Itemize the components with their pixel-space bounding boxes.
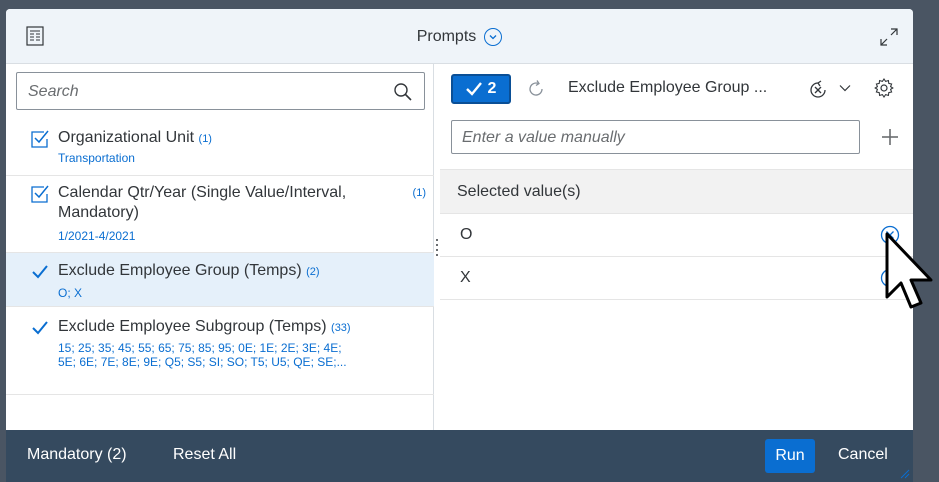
mouse-cursor-icon — [885, 232, 933, 309]
prompt-list-panel: Search Organizational Unit (1) Transport… — [6, 64, 434, 430]
title-chevron-down-icon[interactable] — [484, 27, 503, 46]
detail-toolbar: 2 Exclude Employee Group ... — [440, 64, 913, 116]
prompt-item-label: Exclude Employee Subgroup (Temps) (33) — [58, 318, 351, 335]
clear-values-icon[interactable] — [807, 79, 829, 101]
run-button[interactable]: Run — [765, 439, 815, 473]
dialog-title: Prompts — [416, 27, 477, 45]
resize-grip-icon[interactable] — [900, 469, 910, 479]
check-icon — [32, 321, 48, 335]
prompts-dialog: Prompts Search Organizational Unit (1) T… — [6, 9, 913, 482]
selected-value-row: X — [440, 257, 913, 300]
gear-icon[interactable] — [873, 77, 895, 99]
prompt-item-label: Calendar Qtr/Year (Single Value/Interval… — [58, 184, 347, 201]
search-icon[interactable] — [393, 82, 412, 101]
prompt-item-calendar-qtr-year[interactable]: Calendar Qtr/Year (Single Value/Interval… — [6, 176, 434, 253]
prompt-item-exclude-employee-group[interactable]: Exclude Employee Group (Temps) (2) O; X — [6, 253, 434, 307]
dialog-header: Prompts — [6, 9, 913, 64]
selected-count-toggle[interactable]: 2 — [451, 74, 511, 104]
prompt-item-value: 15; 25; 35; 45; 55; 65; 75; 85; 95; 0E; … — [58, 341, 342, 355]
prompt-item-label-line2: Mandatory) — [58, 204, 139, 221]
prompt-detail-panel: 2 Exclude Employee Group ... Enter a val… — [440, 64, 913, 430]
prompt-item-value-line2: 5E; 6E; 7E; 8E; 9E; Q5; S5; SI; SO; T5; … — [58, 355, 347, 369]
prompt-item-label: Organizational Unit (1) — [58, 129, 212, 146]
prompt-item-count: (1) — [412, 187, 426, 199]
prompt-item-count: (2) — [306, 266, 320, 278]
prompt-item-value: 1/2021-4/2021 — [58, 229, 136, 243]
selected-value-row: O — [440, 214, 913, 257]
prompt-item-label: Exclude Employee Group (Temps) (2) — [58, 262, 320, 279]
chevron-down-icon[interactable] — [838, 81, 852, 95]
search-placeholder: Search — [28, 83, 79, 100]
selected-values-header-label: Selected value(s) — [457, 183, 581, 200]
reset-all-button[interactable]: Reset All — [173, 446, 236, 464]
prompt-item-exclude-employee-subgroup[interactable]: Exclude Employee Subgroup (Temps) (33) 1… — [6, 307, 434, 395]
add-value-icon[interactable] — [880, 127, 900, 147]
prompt-item-organizational-unit[interactable]: Organizational Unit (1) Transportation — [6, 121, 434, 176]
search-input[interactable]: Search — [16, 72, 425, 110]
selected-value-text: O — [460, 226, 473, 243]
prompt-item-count: (1) — [198, 133, 212, 145]
detail-prompt-title: Exclude Employee Group ... — [568, 79, 768, 96]
cancel-button[interactable]: Cancel — [838, 446, 888, 464]
prompt-item-count: (33) — [331, 322, 351, 334]
checkbox-checked-icon — [31, 185, 49, 203]
selected-value-text: X — [460, 269, 471, 286]
prompt-item-value: O; X — [58, 286, 83, 300]
manual-value-placeholder: Enter a value manually — [462, 129, 625, 146]
selected-values-header: Selected value(s) — [440, 169, 913, 214]
dialog-footer: Mandatory (2) Reset All Run Cancel — [6, 430, 913, 482]
expand-icon[interactable] — [879, 27, 899, 47]
mandatory-filter-button[interactable]: Mandatory (2) — [27, 446, 127, 464]
refresh-icon[interactable] — [526, 79, 546, 99]
selected-count-value: 2 — [487, 80, 497, 97]
manual-value-input[interactable]: Enter a value manually — [451, 120, 860, 154]
check-icon — [465, 82, 482, 96]
check-icon — [32, 265, 48, 279]
prompt-item-value: Transportation — [58, 151, 135, 165]
checkbox-checked-icon — [31, 130, 49, 148]
panel-splitter[interactable] — [436, 239, 439, 261]
